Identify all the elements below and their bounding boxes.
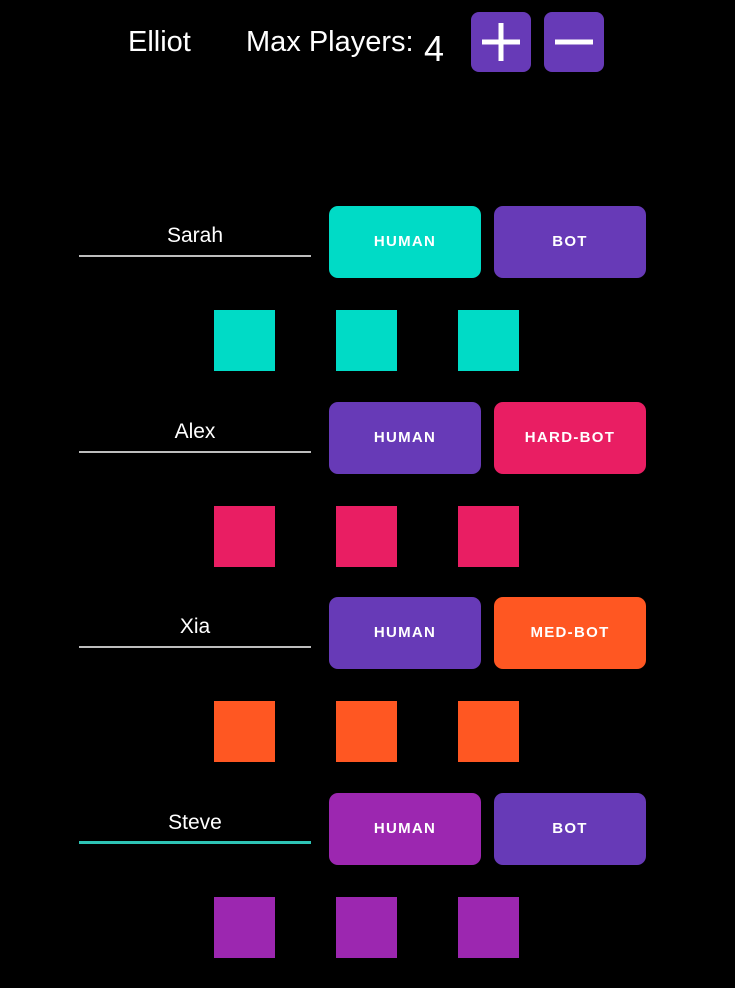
player-name-input[interactable]: Xia — [79, 597, 311, 648]
player-row-1: Sarah HUMAN BOT — [0, 206, 735, 401]
human-button[interactable]: HUMAN — [329, 402, 481, 474]
player-row-4: Steve HUMAN BOT — [0, 793, 735, 988]
color-swatch[interactable] — [458, 701, 519, 762]
player-row-2: Alex HUMAN HARD-BOT — [0, 402, 735, 597]
color-swatch[interactable] — [214, 701, 275, 762]
plus-icon — [482, 23, 520, 61]
host-name: Elliot — [128, 26, 191, 58]
hard-bot-button[interactable]: HARD-BOT — [494, 402, 646, 474]
increase-players-button[interactable] — [471, 12, 531, 72]
bot-button[interactable]: BOT — [494, 206, 646, 278]
color-swatch[interactable] — [214, 506, 275, 567]
color-swatch[interactable] — [458, 897, 519, 958]
decrease-players-button[interactable] — [544, 12, 604, 72]
human-button[interactable]: HUMAN — [329, 793, 481, 865]
header: Elliot Max Players: 4 — [0, 0, 735, 90]
bot-button[interactable]: BOT — [494, 793, 646, 865]
color-swatch[interactable] — [458, 310, 519, 371]
med-bot-button[interactable]: MED-BOT — [494, 597, 646, 669]
human-button[interactable]: HUMAN — [329, 206, 481, 278]
player-name-input[interactable]: Alex — [79, 402, 311, 453]
color-swatch[interactable] — [458, 506, 519, 567]
max-players-label: Max Players: — [246, 26, 414, 58]
color-swatch[interactable] — [336, 897, 397, 958]
color-swatch[interactable] — [214, 897, 275, 958]
player-row-3: Xia HUMAN MED-BOT — [0, 597, 735, 792]
color-swatch[interactable] — [336, 506, 397, 567]
color-swatch[interactable] — [214, 310, 275, 371]
color-swatch[interactable] — [336, 310, 397, 371]
color-swatch[interactable] — [336, 701, 397, 762]
minus-icon — [555, 39, 593, 45]
player-name-input[interactable]: Sarah — [79, 206, 311, 257]
player-name-input[interactable]: Steve — [79, 793, 311, 844]
max-players-value: 4 — [424, 28, 445, 69]
human-button[interactable]: HUMAN — [329, 597, 481, 669]
